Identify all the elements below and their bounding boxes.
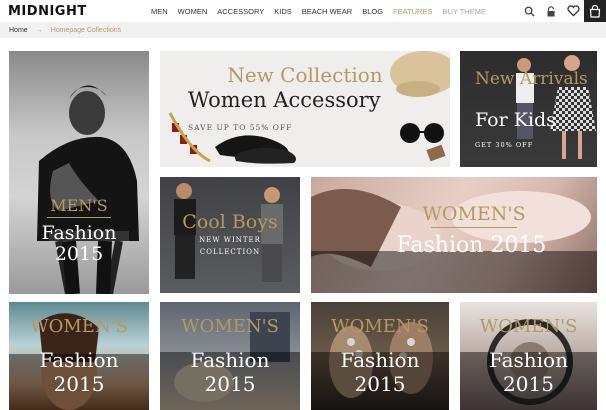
header-icons (518, 0, 606, 22)
cool-boys-sub1: NEW WINTER (199, 236, 261, 244)
nav-item-men[interactable]: MEN (151, 7, 168, 16)
banner-womens-wide[interactable]: WOMEN'S Fashion 2015 (311, 177, 597, 293)
nav-item-blog[interactable]: BLOG (362, 7, 383, 16)
accessory-kicker: New Collection (227, 63, 383, 87)
womens-2-year: 2015 (204, 372, 256, 396)
kids-title: For Kids (475, 109, 556, 131)
mens-divider (47, 217, 111, 218)
site-logo[interactable]: MIDNIGHT (8, 4, 87, 19)
banner-womens-2[interactable]: WOMEN'S Fashion 2015 (160, 302, 300, 410)
mens-year: 2015 (54, 243, 104, 265)
kids-sub: GET 30% OFF (475, 141, 534, 149)
shopping-bag-icon[interactable] (584, 0, 606, 22)
kids-kicker: New Arrivals (475, 69, 588, 89)
accessory-title: Women Accessory (188, 88, 381, 112)
search-icon[interactable] (518, 0, 540, 22)
womens-3-title: Fashion (340, 348, 420, 372)
nav-item-beach-wear[interactable]: BEACH WEAR (302, 7, 352, 16)
womens-2-kicker: WOMEN'S (181, 316, 279, 337)
womens-wide-title: Fashion 2015 (396, 233, 547, 258)
womens-3-kicker: WOMEN'S (331, 316, 429, 337)
accessory-sub: SAVE UP TO 55% OFF (188, 123, 293, 132)
womens-wide-divider (431, 227, 517, 228)
nav-item-features[interactable]: FEATURES (393, 7, 432, 16)
womens-3-year: 2015 (354, 372, 406, 396)
cool-boys-sub2: COLLECTION (199, 248, 261, 256)
nav-item-women[interactable]: WOMEN (178, 7, 208, 16)
site-header: MIDNIGHT MEN WOMEN ACCESSORY KIDS BEACH … (0, 0, 606, 22)
banner-mens[interactable]: MEN'S Fashion 2015 (9, 51, 149, 294)
banner-cool-boys[interactable]: Cool Boys NEW WINTER COLLECTION (160, 177, 300, 293)
womens-1-title: Fashion (39, 348, 119, 372)
heart-icon[interactable] (562, 0, 584, 22)
nav-item-buy-theme[interactable]: BUY THEME (442, 7, 485, 16)
womens-4-year: 2015 (503, 372, 554, 396)
breadcrumb-current: Homepage Collections (50, 26, 122, 34)
womens-4-kicker: WOMEN'S (479, 316, 578, 337)
womens-4-title: Fashion (489, 348, 568, 372)
lock-icon[interactable] (540, 0, 562, 22)
womens-1-kicker: WOMEN'S (30, 316, 128, 337)
banner-womens-4[interactable]: WOMEN'S Fashion 2015 (460, 302, 597, 410)
banner-womens-1[interactable]: WOMEN'S Fashion 2015 (9, 302, 149, 410)
mens-kicker: MEN'S (50, 196, 108, 215)
mens-title: Fashion (41, 222, 117, 244)
breadcrumb-home[interactable]: Home (9, 27, 28, 34)
nav-item-kids[interactable]: KIDS (274, 7, 292, 16)
womens-2-title: Fashion (190, 348, 270, 372)
banner-kids[interactable]: New Arrivals For Kids GET 30% OFF (460, 51, 597, 167)
womens-wide-kicker: WOMEN'S (422, 203, 526, 225)
cool-boys-title: Cool Boys (182, 211, 278, 233)
banner-womens-3[interactable]: WOMEN'S Fashion 2015 (311, 302, 449, 410)
nav-item-accessory[interactable]: ACCESSORY (217, 7, 264, 16)
banner-women-accessory[interactable]: New Collection Women Accessory SAVE UP T… (160, 51, 450, 167)
main-nav: MEN WOMEN ACCESSORY KIDS BEACH WEAR BLOG… (151, 7, 486, 16)
cool-boys-image (174, 183, 283, 282)
breadcrumb: Home → Homepage Collections (0, 22, 606, 38)
breadcrumb-separator: → (35, 26, 43, 34)
womens-1-year: 2015 (53, 372, 105, 396)
